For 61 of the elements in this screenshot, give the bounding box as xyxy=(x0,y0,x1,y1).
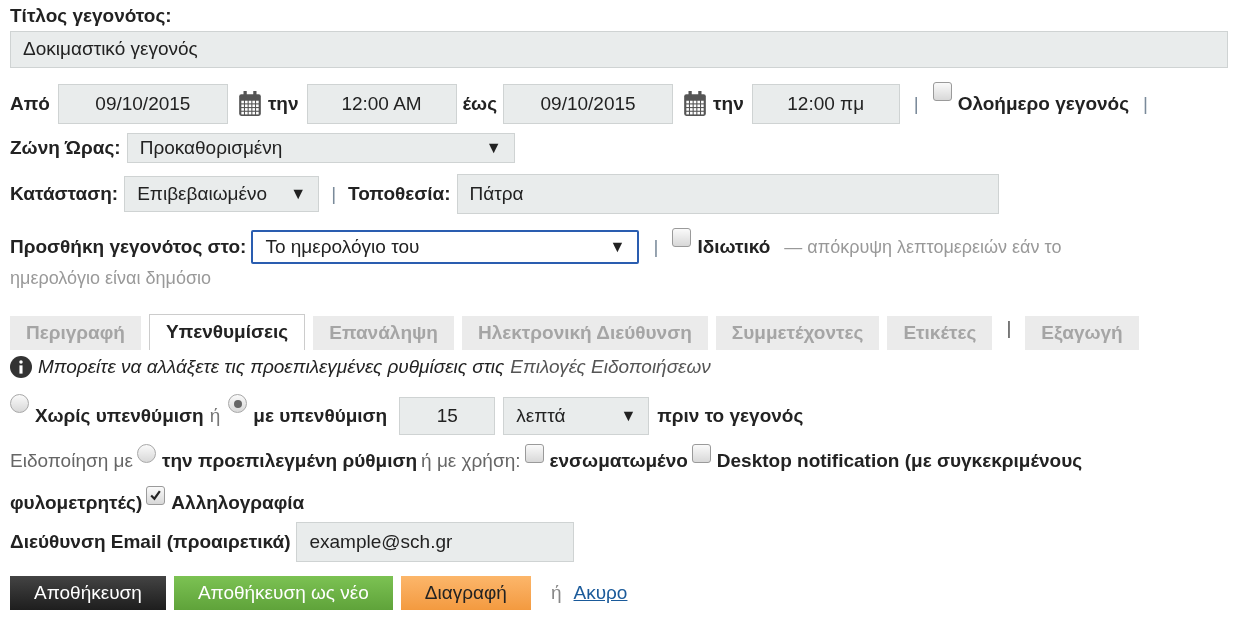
field-label: την xyxy=(713,91,744,116)
hint-text: — απόκρυψη λεπτομερειών εάν το xyxy=(784,235,1062,259)
field-label: πριν το γεγονός xyxy=(657,403,804,428)
checkbox[interactable] xyxy=(146,486,166,505)
radio-label: την προεπιλεγμένη ρύθμιση xyxy=(161,448,418,473)
field-label: Διεύθυνση Email (προαιρετικά) xyxy=(10,529,291,554)
calendar-icon[interactable] xyxy=(683,91,708,117)
checkbox[interactable] xyxy=(932,82,952,101)
separator: | xyxy=(1143,91,1148,116)
radio-label: με υπενθύμιση xyxy=(253,403,388,428)
separator: | xyxy=(331,181,337,206)
checkbox-label: Αλληλογραφία xyxy=(171,490,305,515)
time-field[interactable]: 12:00 AM xyxy=(306,84,457,124)
title-field[interactable]: Δοκιμαστικό γεγονός xyxy=(10,31,1228,68)
radio-button[interactable] xyxy=(228,394,248,413)
checkbox[interactable] xyxy=(672,228,692,247)
checkbox-label: Ολοήμερο γεγονός xyxy=(957,91,1130,116)
tab[interactable]: Υπενθυμίσεις xyxy=(149,314,306,350)
cancel-link[interactable]: Ακυρο xyxy=(573,578,628,608)
delete-button[interactable]: Διαγραφή xyxy=(400,576,531,610)
conjunction-text: ή xyxy=(550,580,562,605)
time-field[interactable]: 12:00 πμ xyxy=(751,84,900,124)
radio-label: Χωρίς υπενθύμιση xyxy=(35,403,204,428)
field-label: Ζώνη Ώρας: xyxy=(10,135,121,160)
select-field[interactable]: Το ημερολόγιο του ▼ xyxy=(251,230,640,264)
notify-text: ή με χρήση: xyxy=(421,448,521,473)
checkmark-icon xyxy=(149,489,163,502)
field-label: την xyxy=(267,91,299,116)
email-field[interactable]: example@sch.gr xyxy=(296,522,575,562)
calendar-icon[interactable] xyxy=(237,91,262,117)
checkbox-label: Desktop notification (με συγκεκριμένους xyxy=(716,448,1083,473)
checkbox[interactable] xyxy=(524,444,544,463)
field-label: Τοποθεσία: xyxy=(348,181,451,206)
info-icon xyxy=(10,356,32,378)
field-label: Από xyxy=(10,91,50,116)
separator: | xyxy=(653,234,659,259)
date-field[interactable]: 09/10/2015 xyxy=(503,84,674,124)
radio-button[interactable] xyxy=(10,394,29,413)
separator: | xyxy=(1006,316,1012,340)
date-field[interactable]: 09/10/2015 xyxy=(57,84,228,124)
location-field[interactable]: Πάτρα xyxy=(456,174,999,214)
conjunction-text: ή xyxy=(209,403,221,428)
amount-field[interactable]: 15 xyxy=(399,397,496,435)
save-button[interactable]: Αποθήκευση xyxy=(10,576,166,610)
select-field[interactable]: Προκαθορισμένη ▼ xyxy=(126,133,515,163)
separator: | xyxy=(913,91,919,116)
info-text: Μπορείτε να αλλάξετε τις προεπιλεγμένες ρυθμίσεις στις xyxy=(38,354,505,379)
settings-link[interactable]: Επιλογές Ειδοποιήσεων xyxy=(510,352,711,382)
select-field[interactable]: Επιβεβαιωμένο ▼ xyxy=(124,176,320,212)
checkbox-label: ενσωματωμένο xyxy=(549,448,688,473)
unit-select[interactable]: λεπτά ▼ xyxy=(503,397,650,435)
hint-text: ημερολόγιο είναι δημόσιο xyxy=(10,267,212,290)
radio-button[interactable] xyxy=(136,444,156,463)
field-label: έως xyxy=(462,91,498,116)
notify-text: Ειδοποίηση με xyxy=(10,448,133,473)
field-label: Προσθήκη γεγονότος στο: xyxy=(10,234,247,259)
checkbox-label: φυλομετρητές) xyxy=(10,490,143,515)
field-label: Κατάσταση: xyxy=(10,181,119,206)
checkbox-label: Ιδιωτικό xyxy=(697,234,771,259)
checkbox[interactable] xyxy=(691,444,711,463)
field-label: Τίτλος γεγονότος: xyxy=(10,4,172,28)
